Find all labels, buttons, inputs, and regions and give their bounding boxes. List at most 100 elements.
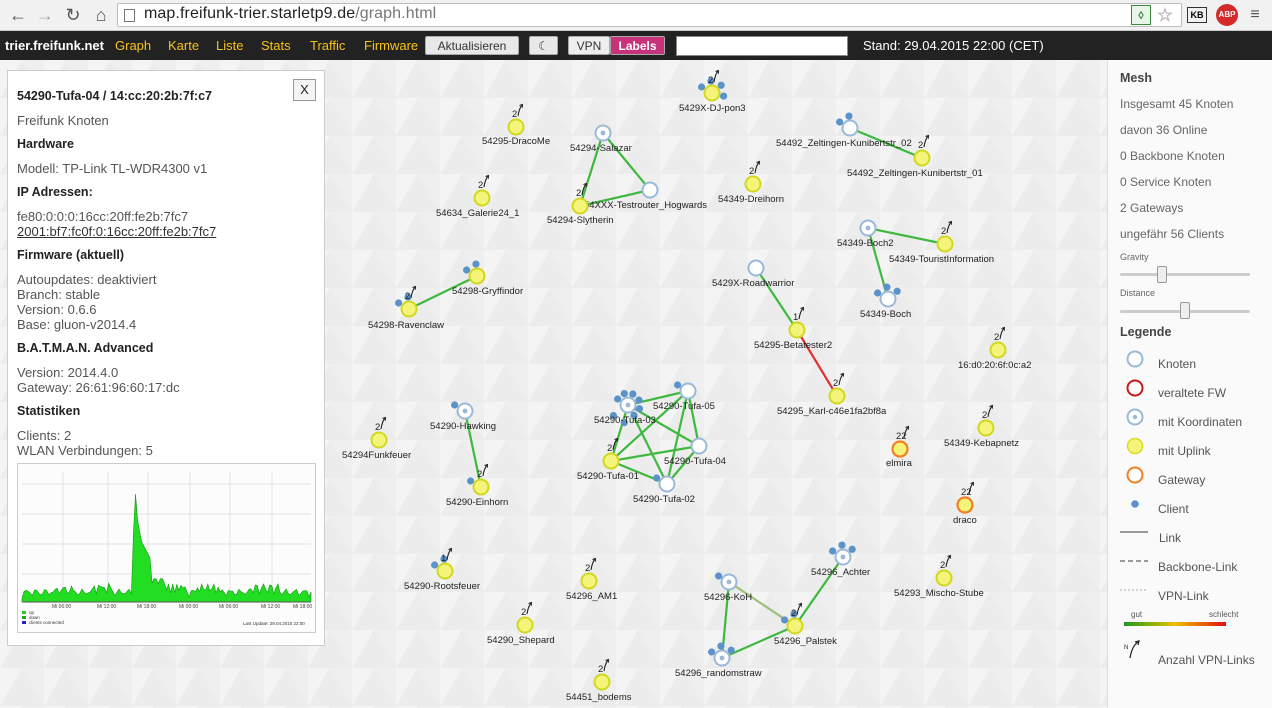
client-dot xyxy=(781,616,789,624)
distance-label: Distance xyxy=(1120,288,1156,298)
node-uplink-circle xyxy=(977,419,995,437)
client-dot xyxy=(629,390,637,398)
batman-version-text: Version: 2014.4.0 xyxy=(17,365,119,380)
menu-icon[interactable]: ≡ xyxy=(1247,5,1263,25)
client-dot xyxy=(845,112,853,120)
gravity-label: Gravity xyxy=(1120,252,1149,262)
brand-link[interactable]: trier.freifunk.net xyxy=(5,38,104,53)
node-label: 54296_Palstek xyxy=(774,636,837,647)
forward-icon[interactable]: → xyxy=(33,3,57,27)
url-text[interactable]: map.freifunk-trier.starletp9.de/graph.ht… xyxy=(144,5,436,23)
shield-extension-icon[interactable]: ◊ xyxy=(1131,5,1151,25)
nav-stats[interactable]: Stats xyxy=(261,38,291,53)
refresh-button[interactable]: Aktualisieren xyxy=(425,36,519,55)
chart-tick-label: Mi 06:00 xyxy=(52,604,71,610)
node-label: 54349-TouristInformation xyxy=(889,254,994,265)
node-circle xyxy=(879,290,897,308)
node-label: 54349-Kebapnetz xyxy=(944,438,1019,449)
node-label: 54294-Salazar xyxy=(570,143,632,154)
vpn-count: 2 xyxy=(982,410,987,421)
link-quality-gradient xyxy=(1124,622,1226,626)
page-icon xyxy=(124,9,135,22)
theme-toggle-button[interactable]: ☾ xyxy=(529,36,558,55)
nav-graph[interactable]: Graph xyxy=(115,38,151,53)
model-text: Modell: TP-Link TL-WDR4300 v1 xyxy=(17,161,208,176)
node-label: 54296_randomstraw xyxy=(675,668,762,679)
legend-uplink: mit Uplink xyxy=(1158,444,1211,458)
stats-heading: Statistiken xyxy=(17,404,81,418)
node-label: 54293_Mischo-Stube xyxy=(894,588,984,599)
labels-toggle[interactable]: Labels xyxy=(610,36,665,55)
mesh-total: Insgesamt 45 Knoten xyxy=(1120,97,1234,111)
adblock-extension-icon[interactable]: ABP xyxy=(1216,4,1238,26)
node-uplink-circle xyxy=(786,617,804,635)
node-uplink-circle xyxy=(516,616,534,634)
branch-text: Branch: stable xyxy=(17,287,101,302)
vpn-count: 2 xyxy=(791,608,796,619)
client-dot xyxy=(463,266,471,274)
home-icon[interactable]: ⌂ xyxy=(89,3,113,27)
chart-tick-label: Mi 18:00 xyxy=(137,604,156,610)
client-dot xyxy=(635,396,643,404)
distance-slider-thumb[interactable] xyxy=(1180,302,1190,319)
reload-icon[interactable]: ↻ xyxy=(61,3,85,27)
gravity-slider[interactable] xyxy=(1120,273,1250,276)
mesh-gateways: 2 Gateways xyxy=(1120,201,1184,215)
mesh-online: davon 36 Online xyxy=(1120,123,1208,137)
client-dot xyxy=(395,299,403,307)
chart-tick-label: Mi 06:00 xyxy=(219,604,238,610)
address-bar[interactable]: map.freifunk-trier.starletp9.de/graph.ht… xyxy=(117,3,1182,27)
client-dot xyxy=(708,648,716,656)
firmware-heading: Firmware (aktuell) xyxy=(17,248,124,262)
legend-outdated-icon xyxy=(1126,379,1144,397)
vpn-count: 2 xyxy=(918,140,923,151)
node-label: 54295-Betatester2 xyxy=(754,340,832,351)
node-label: 54290-Tufa-05 xyxy=(653,401,715,412)
vpn-count: 2 xyxy=(833,378,838,389)
node-uplink-circle xyxy=(473,189,491,207)
kb-extension-icon[interactable]: KB xyxy=(1187,7,1207,23)
vpn-count: 2 xyxy=(708,75,713,86)
node-uplink-circle xyxy=(436,562,454,580)
sidebar: Mesh Insgesamt 45 Knoten davon 36 Online… xyxy=(1107,60,1272,708)
node-label: 5429X-Roadwarrior xyxy=(712,278,794,289)
node-label: 54492_Zeltingen-Kunibertstr_02 xyxy=(776,138,912,149)
site-header: trier.freifunk.net Graph Karte Liste Sta… xyxy=(0,31,1272,60)
batman-heading: B.A.T.M.A.N. Advanced xyxy=(17,341,154,355)
node-uplink-circle xyxy=(370,431,388,449)
node-label: 54349-Boch xyxy=(860,309,911,320)
mesh-heading: Mesh xyxy=(1120,71,1152,85)
ip-address-2-link[interactable]: 2001:bf7:fc0f:0:16cc:20ff:fe2b:7fc7 xyxy=(17,224,315,239)
nav-firmware[interactable]: Firmware xyxy=(364,38,418,53)
node-label: 54290-Tufa-03 xyxy=(594,415,656,426)
nav-liste[interactable]: Liste xyxy=(216,38,243,53)
vpn-count: 2 xyxy=(405,291,410,302)
search-input[interactable] xyxy=(676,36,848,56)
legend-koordinaten: mit Koordinaten xyxy=(1158,415,1243,429)
mesh-clients: ungefähr 56 Clients xyxy=(1120,227,1225,241)
vpn-count: 2 xyxy=(585,563,590,574)
bookmark-star-icon[interactable]: ☆ xyxy=(1155,5,1175,25)
node-uplink-circle xyxy=(507,118,525,136)
vpn-count: 2 xyxy=(598,664,603,675)
nav-traffic[interactable]: Traffic xyxy=(310,38,345,53)
vpn-count: 2 xyxy=(512,109,517,120)
client-dot xyxy=(472,260,480,268)
legend-symbols: N xyxy=(1120,350,1148,659)
vpn-count: 2 xyxy=(477,469,482,480)
client-dot xyxy=(451,401,459,409)
legend-gateway-icon xyxy=(1126,466,1144,484)
node-label: 54298-Gryffindor xyxy=(452,286,523,297)
node-label: 54290-Tufa-01 xyxy=(577,471,639,482)
legend-bad-label: schlecht xyxy=(1209,610,1239,619)
node-label: 54349-Dreihorn xyxy=(718,194,784,205)
node-label: draco xyxy=(953,515,977,526)
vpn-toggle[interactable]: VPN xyxy=(568,36,610,55)
node-label: 54295_Karl-c46e1fa2bf8a xyxy=(777,406,887,417)
gravity-slider-thumb[interactable] xyxy=(1157,266,1167,283)
back-icon[interactable]: ← xyxy=(6,3,30,27)
node-uplink-circle xyxy=(602,452,620,470)
mesh-service: 0 Service Knoten xyxy=(1120,175,1212,189)
nav-karte[interactable]: Karte xyxy=(168,38,199,53)
close-button[interactable]: X xyxy=(293,79,316,101)
